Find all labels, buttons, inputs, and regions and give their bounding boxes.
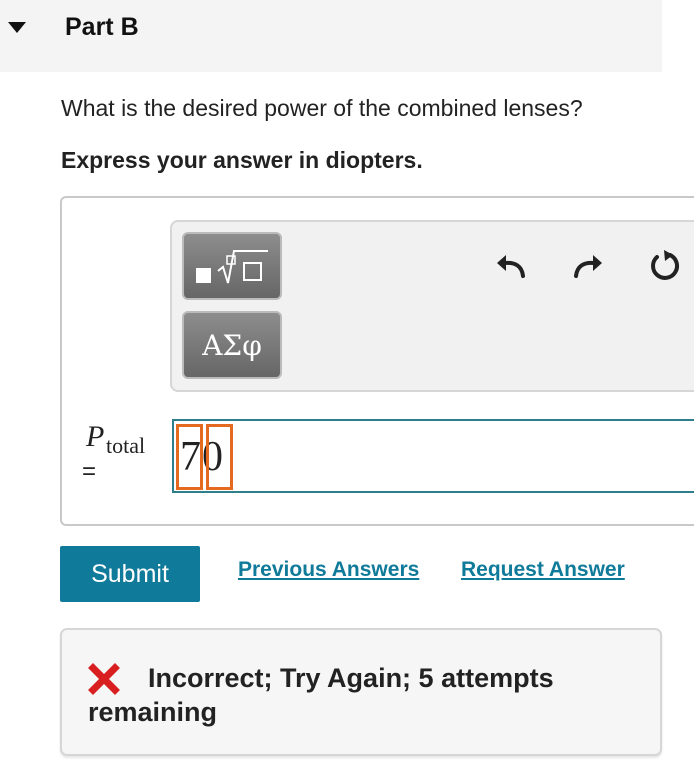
answer-instruction: Express your answer in diopters. <box>61 147 423 173</box>
input-cursor-box <box>176 424 203 490</box>
caret-down-icon[interactable] <box>8 20 26 34</box>
answer-variable-subscript: total <box>106 433 146 458</box>
request-answer-link[interactable]: Request Answer <box>461 558 625 582</box>
templates-button[interactable] <box>182 232 282 300</box>
redo-icon[interactable] <box>570 248 606 284</box>
templates-sqrt-icon <box>196 250 268 284</box>
equals-sign: = <box>82 458 97 485</box>
answer-variable: P <box>86 420 105 453</box>
part-title: Part B <box>65 13 139 41</box>
reset-icon[interactable] <box>647 248 683 284</box>
input-cursor-box <box>206 424 233 490</box>
feedback-message: Incorrect; Try Again; 5 attempts remaini… <box>88 663 554 727</box>
question-text: What is the desired power of the combine… <box>61 95 583 121</box>
undo-icon[interactable] <box>493 248 529 284</box>
part-header[interactable]: Part B <box>0 0 662 72</box>
answer-input[interactable] <box>172 419 694 493</box>
greek-symbols-button[interactable]: ΑΣφ <box>182 311 282 379</box>
previous-answers-link[interactable]: Previous Answers <box>238 558 419 582</box>
submit-button[interactable]: Submit <box>60 546 200 602</box>
